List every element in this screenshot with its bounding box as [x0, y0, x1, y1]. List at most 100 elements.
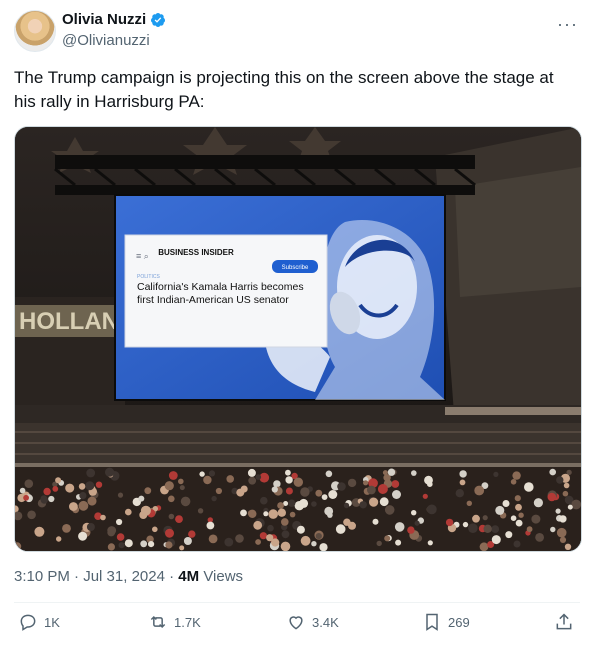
crowd-figure: [188, 530, 196, 538]
crowd-figure: [559, 515, 567, 523]
crowd-figure: [240, 509, 247, 517]
crowd-figure: [277, 508, 286, 517]
crowd-figure: [236, 488, 245, 497]
crowd-figure: [226, 475, 234, 483]
crowd-figure: [563, 482, 570, 489]
crowd-figure: [382, 470, 388, 476]
crowd-figure: [348, 521, 356, 530]
crowd-figure: [372, 518, 379, 525]
arena-sign-text: HOLLAN: [19, 308, 119, 335]
crowd-figure: [414, 520, 420, 526]
crowd-figure: [285, 469, 291, 476]
screen-headline: California's Kamala Harris becomes first…: [137, 281, 304, 306]
crowd-figure: [260, 496, 268, 505]
crowd-figure: [263, 511, 269, 517]
crowd-figure: [387, 468, 396, 476]
crowd-figure: [277, 502, 284, 509]
crowd-figure: [199, 471, 205, 477]
crowd-figure: [23, 494, 29, 501]
crowd-figure: [411, 470, 417, 476]
crowd-figure: [78, 500, 89, 511]
crowd-figure: [255, 539, 261, 545]
crowd-figure: [208, 534, 218, 544]
crowd-figure: [513, 540, 521, 548]
crowd-figure: [337, 482, 346, 491]
crowd-figure: [19, 487, 26, 494]
meta-separator: ·: [169, 568, 179, 585]
author-handle[interactable]: @Olivianuzzi: [62, 32, 150, 49]
crowd-figure: [43, 487, 51, 496]
crowd-figure: [140, 505, 151, 516]
repost-button[interactable]: 1.7K: [148, 612, 201, 632]
crowd-figure: [483, 524, 492, 533]
crowd-figure: [55, 477, 62, 484]
crowd-figure: [52, 486, 59, 492]
bookmark-button[interactable]: 269: [422, 612, 470, 632]
crowd-figure: [359, 501, 367, 509]
tweet-time[interactable]: 3:10 PM: [14, 568, 70, 585]
crowd-figure: [555, 508, 561, 514]
crowd-figure: [288, 499, 296, 507]
crowd-figure: [427, 540, 433, 546]
author-name-row: Olivia Nuzzi: [62, 11, 166, 28]
crowd-figure: [422, 493, 428, 499]
like-button[interactable]: 3.4K: [286, 612, 339, 632]
crowd-figure: [296, 525, 305, 534]
crowd-figure: [168, 513, 175, 520]
crowd-figure: [550, 526, 556, 533]
crowd-figure: [411, 510, 417, 516]
crowd-figure: [285, 476, 293, 484]
action-bar: 1K 1.7K 3.4K 269: [14, 612, 580, 642]
screen-subscribe: Subscribe: [282, 265, 309, 271]
crowd-figure: [512, 471, 521, 480]
crowd-figure: [535, 533, 544, 542]
repost-count: 1.7K: [174, 614, 201, 630]
share-icon: [556, 613, 572, 630]
crowd-figure: [556, 527, 567, 538]
crowd-figure: [179, 485, 185, 491]
crowd-figure: [426, 504, 437, 515]
crowd-figure: [474, 485, 485, 496]
crowd-figure: [311, 541, 317, 547]
crowd-figure: [363, 480, 369, 486]
crowd-figure: [455, 489, 464, 498]
crowd-figure: [549, 468, 556, 476]
crowd-figure: [328, 490, 338, 499]
share-button[interactable]: [554, 612, 574, 632]
more-options-icon[interactable]: ···: [557, 14, 578, 35]
crowd-figure: [48, 495, 55, 503]
tweet-date[interactable]: Jul 31, 2024: [83, 568, 165, 585]
repost-icon: [150, 615, 166, 629]
author-display-name[interactable]: Olivia Nuzzi: [62, 11, 146, 28]
crowd-figure: [183, 537, 192, 545]
crowd-figure: [211, 495, 217, 502]
crowd-figure: [299, 498, 309, 508]
crowd-figure: [152, 526, 158, 533]
crowd-figure: [391, 480, 400, 488]
crowd-figure: [116, 518, 123, 526]
crowd-figure: [324, 506, 334, 516]
crowd-figure: [571, 499, 581, 510]
crowd-figure: [376, 540, 382, 547]
crowd-figure: [34, 526, 45, 537]
crowd-figure: [445, 518, 454, 527]
crowd-figure: [293, 477, 303, 487]
rally-photo-illustration: HOLLAN ≡ ⌕ BUSINESS INSIDER Subscribe PO…: [15, 127, 581, 551]
crowd-figure: [394, 522, 405, 532]
crowd-figure: [281, 530, 290, 539]
avatar[interactable]: [14, 10, 56, 52]
crowd-figure: [179, 545, 185, 551]
crowd-figure: [125, 508, 132, 516]
crowd-figure: [116, 533, 125, 541]
crowd-figure: [384, 505, 395, 515]
crowd-figure: [144, 487, 152, 495]
tweet-photo[interactable]: HOLLAN ≡ ⌕ BUSINESS INSIDER Subscribe PO…: [14, 126, 582, 552]
crowd-figure: [315, 533, 322, 540]
crowd-figure: [124, 539, 133, 548]
crowd-figure: [526, 526, 533, 533]
crowd-figure: [369, 497, 379, 507]
crowd-figure: [65, 483, 75, 493]
reply-button[interactable]: 1K: [18, 612, 60, 632]
crowd-figure: [491, 535, 501, 545]
crowd-figure: [466, 500, 472, 506]
